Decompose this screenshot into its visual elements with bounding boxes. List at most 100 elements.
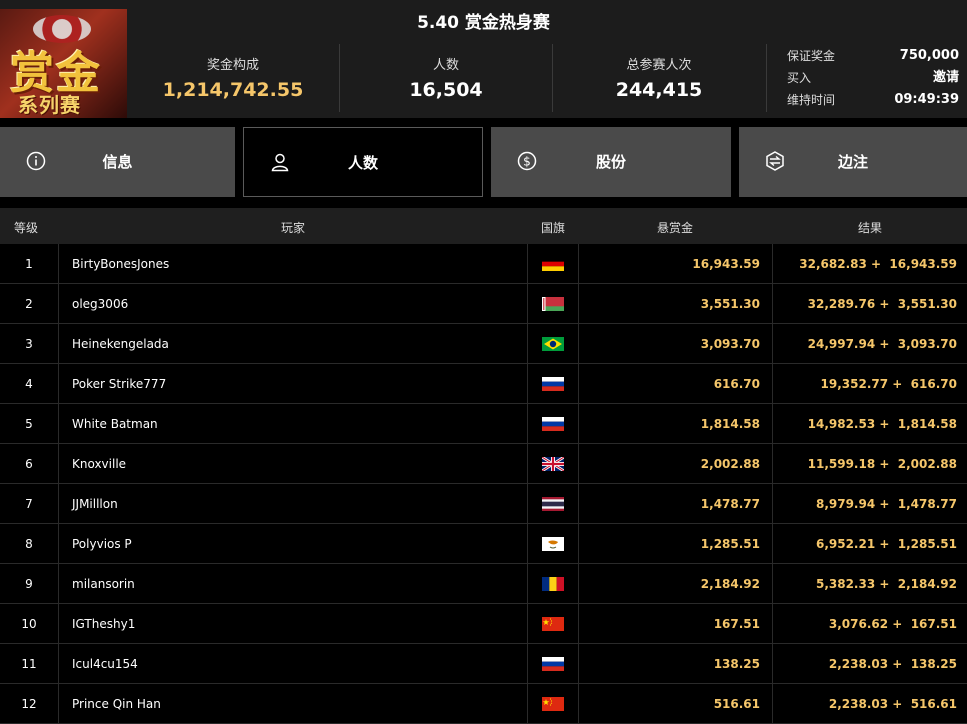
- player-name[interactable]: JJMilllon: [58, 484, 528, 523]
- romania-flag-icon: [542, 576, 564, 591]
- col-bounty: 悬赏金: [657, 221, 694, 235]
- rank-cell: 5: [25, 416, 33, 431]
- table-header: 等级 玩家 国旗 悬赏金 结果: [0, 208, 967, 244]
- table-row[interactable]: 3 Heinekengelada 3,093.70 24,997.94 + 3,093…: [0, 324, 967, 364]
- tab-label: 边注: [837, 153, 868, 171]
- table-row[interactable]: 2 oleg3006 3,551.30 32,289.76 + 3,551.30: [0, 284, 967, 324]
- result-cell: 5,382.33 + 2,184.92: [815, 576, 957, 591]
- rank-cell: 1: [25, 256, 33, 271]
- tournament-info: 保证奖金 750,000 买入 邀请 维持时间 09:49:39: [787, 46, 959, 112]
- info-key: 维持时间: [787, 93, 836, 107]
- rank-cell: 9: [25, 576, 33, 591]
- result-cell: 24,997.94 + 3,093.70: [807, 336, 957, 351]
- info-key: 买入: [787, 71, 812, 85]
- player-name[interactable]: Poker Strike777: [58, 364, 528, 403]
- col-result: 结果: [858, 221, 883, 235]
- germany-flag-icon: [542, 256, 564, 271]
- bounty-cell: 2,184.92: [578, 564, 773, 603]
- result-cell: 11,599.18 + 2,002.88: [807, 456, 957, 471]
- cyprus-flag-icon: [542, 536, 564, 551]
- info-buyin: 买入 邀请: [787, 68, 959, 90]
- stat-players: 人数 16,504: [340, 38, 552, 118]
- table-row[interactable]: 10 IGTheshy1 167.51 3,076.62 + 167.51: [0, 604, 967, 644]
- stat-label: 人数: [432, 58, 459, 73]
- rank-cell: 2: [25, 296, 33, 311]
- result-cell: 19,352.77 + 616.70: [820, 376, 957, 391]
- result-cell: 32,289.76 + 3,551.30: [807, 296, 957, 311]
- bounty-cell: 516.61: [578, 684, 773, 723]
- bounty-cell: 138.25: [578, 644, 773, 683]
- result-cell: 14,982.53 + 1,814.58: [807, 416, 957, 431]
- tournament-title: 5.40 赏金热身赛: [417, 13, 550, 33]
- tab-shares[interactable]: $ 股份: [491, 127, 731, 197]
- stat-value: 1,214,742.55: [162, 79, 304, 101]
- result-cell: 8,979.94 + 1,478.77: [815, 496, 957, 511]
- brazil-flag-icon: [542, 336, 564, 351]
- player-name[interactable]: Knoxville: [58, 444, 528, 483]
- stat-label: 总参赛人次: [626, 58, 692, 73]
- uk-flag-icon: [542, 456, 564, 471]
- table-row[interactable]: 9 milansorin 2,184.92 5,382.33 + 2,184.92: [0, 564, 967, 604]
- table-row[interactable]: 8 Polyvios P 1,285.51 6,952.21 + 1,285.51: [0, 524, 967, 564]
- player-name[interactable]: milansorin: [58, 564, 528, 603]
- flag-cell: [528, 604, 579, 643]
- rank-cell: 11: [21, 656, 37, 671]
- info-key: 保证奖金: [787, 49, 836, 63]
- leaderboard-table: 1 BirtyBonesJones 16,943.59 32,682.83 + 16,…: [0, 244, 967, 724]
- flag-cell: [528, 684, 579, 723]
- stat-label: 奖金构成: [206, 58, 259, 73]
- bounty-cell: 616.70: [578, 364, 773, 403]
- table-row[interactable]: 11 Icul4cu154 138.25 2,238.03 + 138.25: [0, 644, 967, 684]
- bounty-cell: 3,093.70: [578, 324, 773, 363]
- result-cell: 2,238.03 + 516.61: [828, 696, 957, 711]
- info-duration: 维持时间 09:49:39: [787, 90, 959, 112]
- player-name[interactable]: White Batman: [58, 404, 528, 443]
- flag-cell: [528, 524, 579, 563]
- tab-info[interactable]: 信息: [0, 127, 235, 197]
- tab-label: 股份: [595, 153, 626, 171]
- player-name[interactable]: Icul4cu154: [58, 644, 528, 683]
- tab-label: 信息: [102, 153, 133, 171]
- flag-cell: [528, 564, 579, 603]
- player-name[interactable]: Prince Qin Han: [58, 684, 528, 723]
- rank-cell: 6: [25, 456, 33, 471]
- tab-players[interactable]: 人数: [243, 127, 483, 197]
- rank-cell: 3: [25, 336, 33, 351]
- bounty-cell: 1,285.51: [578, 524, 773, 563]
- flag-cell: [528, 484, 579, 523]
- result-cell: 3,076.62 + 167.51: [828, 616, 957, 631]
- table-row[interactable]: 7 JJMilllon 1,478.77 8,979.94 + 1,478.77: [0, 484, 967, 524]
- flag-cell: [528, 364, 579, 403]
- china-flag-icon: [542, 616, 564, 631]
- china-flag-icon: [542, 696, 564, 711]
- table-row[interactable]: 5 White Batman 1,814.58 14,982.53 + 1,814.5…: [0, 404, 967, 444]
- tab-side-bets[interactable]: 边注: [739, 127, 967, 197]
- flag-cell: [528, 444, 579, 483]
- table-row[interactable]: 4 Poker Strike777 616.70 19,352.77 + 616.70: [0, 364, 967, 404]
- table-row[interactable]: 12 Prince Qin Han 516.61 2,238.03 + 516.61: [0, 684, 967, 724]
- thailand-flag-icon: [542, 496, 564, 511]
- result-cell: 2,238.03 + 138.25: [828, 656, 957, 671]
- player-name[interactable]: Heinekengelada: [58, 324, 528, 363]
- player-name[interactable]: Polyvios P: [58, 524, 528, 563]
- flag-cell: [528, 244, 579, 283]
- belarus-flag-icon: [542, 296, 564, 311]
- bounty-cell: 3,551.30: [578, 284, 773, 323]
- table-row[interactable]: 1 BirtyBonesJones 16,943.59 32,682.83 + 16,…: [0, 244, 967, 284]
- table-row[interactable]: 6 Knoxville 2,002.88 11,599.18 + 2,002.88: [0, 444, 967, 484]
- bounty-cell: 1,478.77: [578, 484, 773, 523]
- result-cell: 6,952.21 + 1,285.51: [815, 536, 957, 551]
- player-name[interactable]: BirtyBonesJones: [58, 244, 528, 283]
- col-rank: 等级: [14, 221, 39, 235]
- col-player: 玩家: [281, 221, 306, 235]
- bounty-cell: 167.51: [578, 604, 773, 643]
- player-name[interactable]: IGTheshy1: [58, 604, 528, 643]
- result-cell: 32,682.83 + 16,943.59: [799, 256, 957, 271]
- divider: [766, 44, 767, 112]
- player-name[interactable]: oleg3006: [58, 284, 528, 323]
- russia-flag-icon: [542, 416, 564, 431]
- flag-cell: [528, 284, 579, 323]
- stat-total-entries: 总参赛人次 244,415: [553, 38, 765, 118]
- col-flag: 国旗: [541, 221, 566, 235]
- bounty-cell: 1,814.58: [578, 404, 773, 443]
